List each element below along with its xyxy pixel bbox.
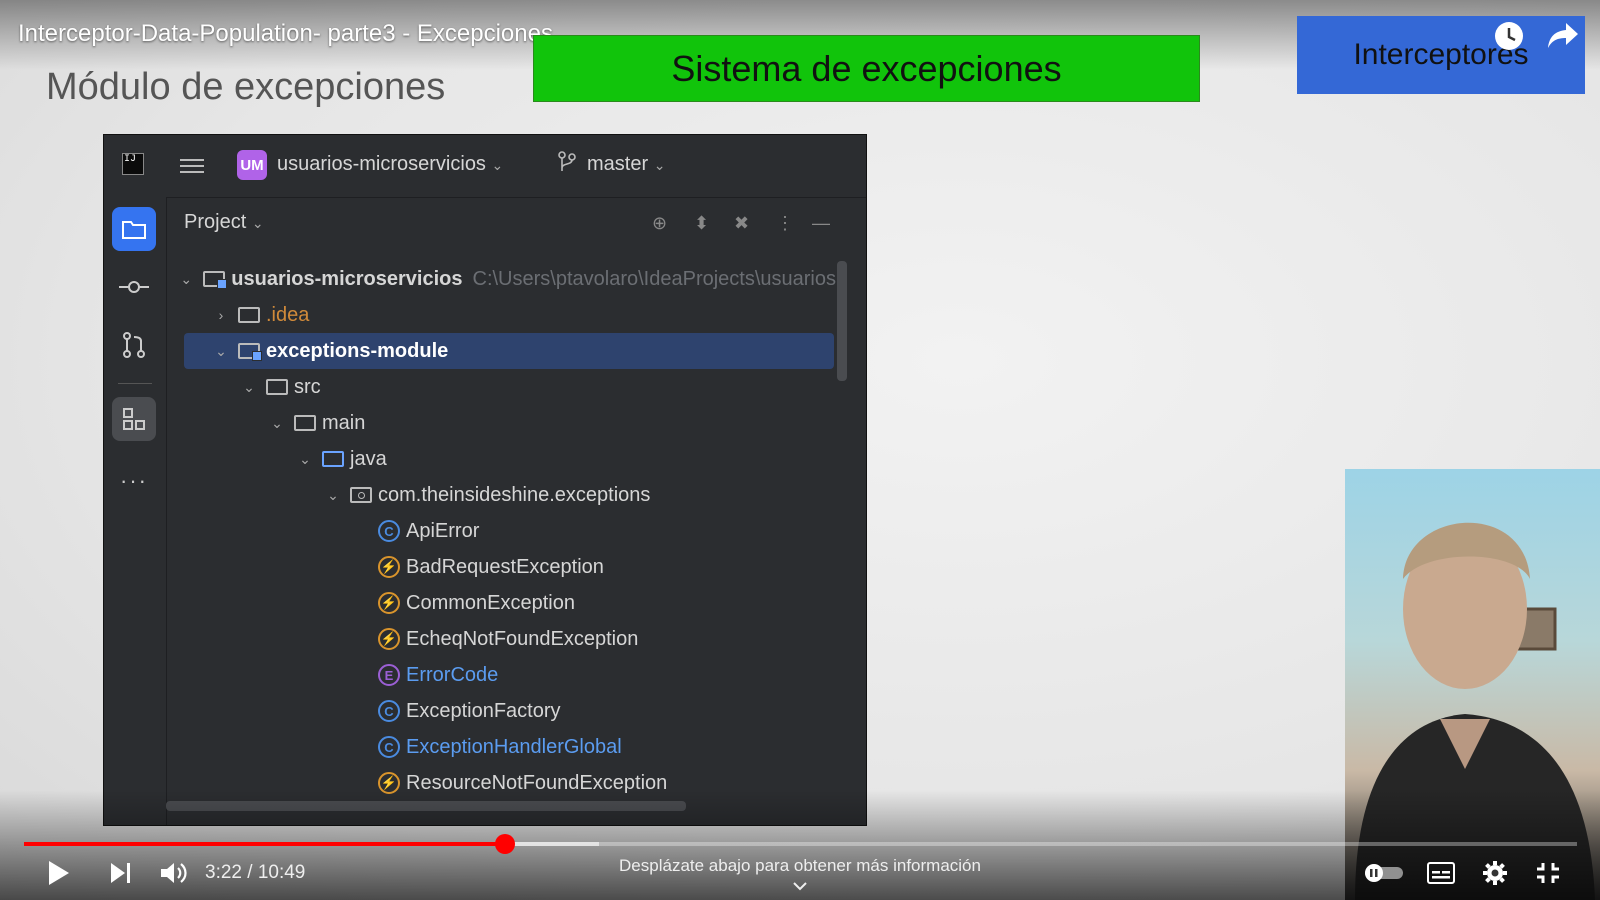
tree-item-label: EcheqNotFoundException bbox=[406, 627, 639, 650]
enum-icon: E bbox=[378, 664, 400, 686]
branch-name: master bbox=[587, 153, 649, 175]
project-name: usuarios-microservicios bbox=[277, 153, 486, 175]
vertical-scrollbar[interactable] bbox=[837, 261, 847, 381]
exception-class-icon: ⚡ bbox=[378, 628, 400, 650]
main-menu-icon[interactable] bbox=[180, 155, 204, 177]
tree-item-label: ExceptionFactory bbox=[406, 699, 561, 722]
tree-item-label: usuarios-microservicios bbox=[231, 267, 463, 290]
tree-item-label: ApiError bbox=[406, 519, 480, 542]
chevron-right-icon[interactable]: › bbox=[212, 307, 230, 323]
module-folder-icon bbox=[238, 343, 262, 361]
chevron-down-icon: ⌄ bbox=[251, 215, 264, 231]
chevron-down-icon[interactable]: ⌄ bbox=[240, 379, 258, 396]
structure-icon[interactable] bbox=[112, 397, 156, 441]
tree-item-label: ErrorCode bbox=[406, 663, 499, 686]
progress-played bbox=[24, 842, 506, 846]
project-badge[interactable]: UM bbox=[237, 150, 267, 180]
folder-icon bbox=[294, 415, 316, 431]
class-icon: C bbox=[378, 700, 400, 722]
sidebar-divider bbox=[118, 383, 152, 384]
tree-item-label: .idea bbox=[266, 303, 310, 326]
class-icon: C bbox=[378, 736, 400, 758]
folder-icon bbox=[266, 379, 288, 395]
tree-item-src[interactable]: ⌄ src bbox=[166, 369, 836, 405]
ide-window: IJ UM usuarios-microservicios ⌄ master ⌄ bbox=[103, 134, 867, 826]
tree-item-commonexception[interactable]: ⚡ CommonException bbox=[166, 585, 836, 621]
settings-icon[interactable] bbox=[1479, 857, 1511, 889]
share-icon[interactable] bbox=[1545, 18, 1581, 54]
tree-item-label: com.theinsideshine.exceptions bbox=[378, 483, 651, 506]
slide-heading: Módulo de excepciones bbox=[46, 66, 446, 108]
watch-later-icon[interactable] bbox=[1491, 18, 1527, 54]
scroll-hint[interactable]: Desplázate abajo para obtener más inform… bbox=[0, 856, 1600, 876]
blue-banner: Interceptores bbox=[1297, 16, 1585, 94]
tree-item-badrequestexception[interactable]: ⚡ BadRequestException bbox=[166, 549, 836, 585]
branch-icon bbox=[557, 151, 577, 179]
autoplay-toggle-icon[interactable] bbox=[1363, 860, 1405, 886]
collapse-all-icon[interactable]: ✖ bbox=[734, 213, 749, 234]
tree-item-package[interactable]: ⌄ com.theinsideshine.exceptions bbox=[166, 477, 836, 513]
locate-icon[interactable]: ⊕ bbox=[652, 213, 667, 234]
ide-logo-text: IJ bbox=[124, 154, 137, 165]
class-icon: C bbox=[378, 520, 400, 542]
subtitles-icon[interactable] bbox=[1425, 858, 1457, 888]
pull-requests-icon[interactable] bbox=[112, 323, 156, 367]
source-folder-icon bbox=[322, 451, 344, 467]
more-icon[interactable]: ··· bbox=[112, 459, 156, 503]
chevron-down-icon[interactable]: ⌄ bbox=[212, 343, 230, 360]
tree-item-main[interactable]: ⌄ main bbox=[166, 405, 836, 441]
chevron-down-icon: ⌄ bbox=[491, 157, 504, 173]
project-selector[interactable]: usuarios-microservicios ⌄ bbox=[277, 153, 503, 176]
chevron-down-icon: ⌄ bbox=[653, 157, 666, 173]
tree-item-exceptionhandlerglobal[interactable]: C ExceptionHandlerGlobal bbox=[166, 729, 836, 765]
folder-icon[interactable] bbox=[112, 207, 156, 251]
green-banner-label: Sistema de excepciones bbox=[671, 47, 1062, 89]
chevron-down-icon[interactable] bbox=[792, 878, 808, 896]
expand-all-icon[interactable]: ⬍ bbox=[694, 213, 709, 234]
tree-item-java[interactable]: ⌄ java bbox=[166, 441, 836, 477]
folder-icon bbox=[238, 307, 260, 323]
module-folder-icon bbox=[203, 271, 228, 289]
green-banner: Sistema de excepciones bbox=[533, 35, 1200, 102]
options-icon[interactable]: ⋮ bbox=[776, 213, 794, 234]
package-icon bbox=[350, 487, 372, 503]
intellij-logo-icon[interactable]: IJ bbox=[122, 153, 144, 175]
video-frame[interactable]: Interceptor-Data-Population- parte3 - Ex… bbox=[0, 0, 1600, 900]
ide-toolbar: IJ UM usuarios-microservicios ⌄ master ⌄ bbox=[104, 135, 866, 198]
tree-item-label: BadRequestException bbox=[406, 555, 604, 578]
chevron-down-icon[interactable]: ⌄ bbox=[324, 487, 342, 504]
tree-item-exceptionfactory[interactable]: C ExceptionFactory bbox=[166, 693, 836, 729]
tree-item-errorcode[interactable]: E ErrorCode bbox=[166, 657, 836, 693]
tree-item-exceptions-module[interactable]: ⌄ exceptions-module bbox=[184, 333, 834, 369]
tool-window-bar: ··· bbox=[104, 197, 167, 825]
tree-item-apierror[interactable]: C ApiError bbox=[166, 513, 836, 549]
tree-item-label: exceptions-module bbox=[266, 339, 449, 362]
hide-icon[interactable]: — bbox=[812, 213, 830, 234]
tree-item-idea[interactable]: › .idea bbox=[166, 297, 836, 333]
project-panel-title[interactable]: Project ⌄ bbox=[184, 211, 264, 234]
tree-item-label: main bbox=[322, 411, 366, 434]
tree-item-label: java bbox=[350, 447, 387, 470]
chevron-down-icon[interactable]: ⌄ bbox=[296, 451, 314, 468]
tree-item-label: ExceptionHandlerGlobal bbox=[406, 735, 622, 758]
commit-icon[interactable] bbox=[112, 265, 156, 309]
branch-selector[interactable]: master ⌄ bbox=[587, 153, 665, 176]
video-title[interactable]: Interceptor-Data-Population- parte3 - Ex… bbox=[18, 20, 553, 48]
exception-class-icon: ⚡ bbox=[378, 592, 400, 614]
chevron-down-icon[interactable]: ⌄ bbox=[268, 415, 286, 432]
tree-item-label: src bbox=[294, 375, 321, 398]
tree-item-path: C:\Users\ptavolaro\IdeaProjects\usuarios bbox=[472, 267, 837, 290]
tree-item-echeqnotfoundexception[interactable]: ⚡ EcheqNotFoundException bbox=[166, 621, 836, 657]
exception-class-icon: ⚡ bbox=[378, 556, 400, 578]
exit-fullscreen-icon[interactable] bbox=[1532, 858, 1564, 888]
tree-item-root[interactable]: ⌄ usuarios-microservicios C:\Users\ptavo… bbox=[166, 261, 836, 297]
chevron-down-icon[interactable]: ⌄ bbox=[177, 271, 195, 288]
panel-title-text: Project bbox=[184, 211, 247, 233]
tree-item-label: CommonException bbox=[406, 591, 575, 614]
